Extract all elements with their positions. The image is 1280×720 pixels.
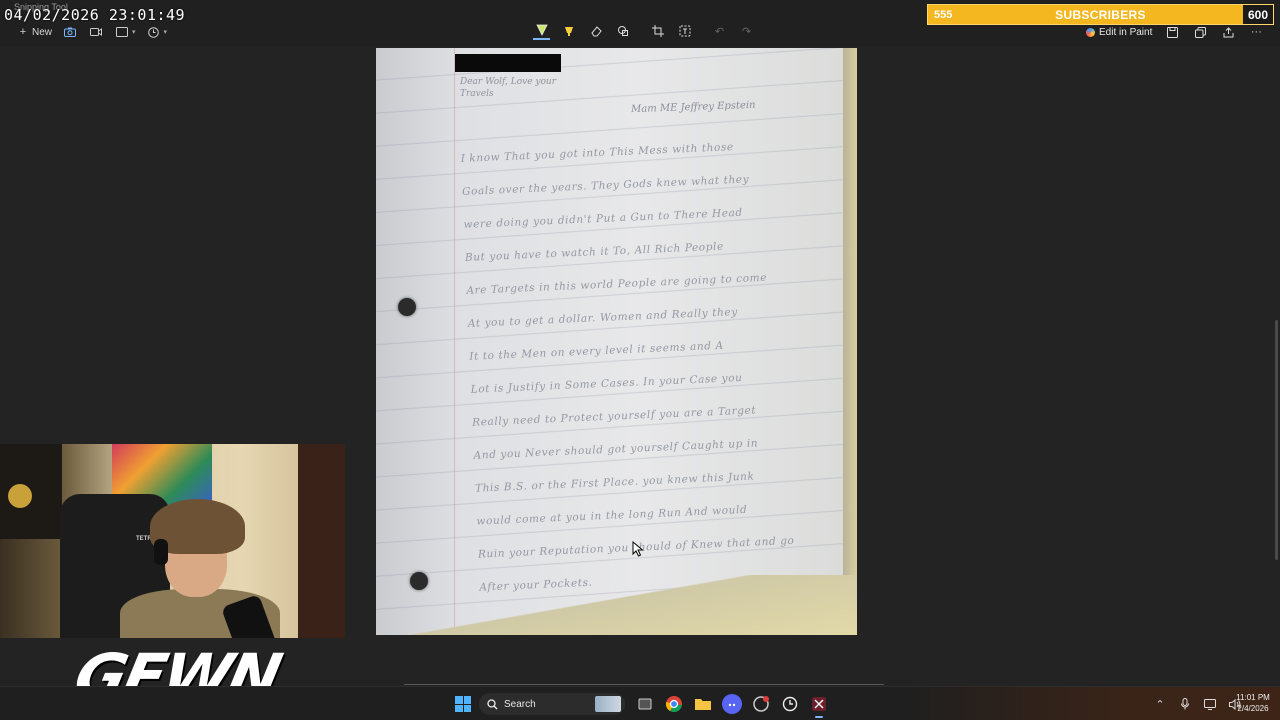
- new-button[interactable]: + New: [18, 24, 52, 40]
- redo-icon[interactable]: ↷: [738, 23, 755, 40]
- clock-time: 11:01 PM: [1236, 693, 1270, 702]
- stream-timestamp: 04/02/2026 23:01:49: [4, 6, 186, 24]
- system-tray: ⌃: [1152, 694, 1243, 714]
- crop-icon[interactable]: [649, 23, 666, 40]
- text-actions-icon[interactable]: [676, 23, 693, 40]
- video-icon[interactable]: [88, 24, 104, 40]
- chevron-down-icon[interactable]: ▾: [132, 28, 136, 36]
- binder-hole: [398, 298, 416, 316]
- shapes-icon[interactable]: [614, 23, 631, 40]
- microphone-icon[interactable]: [1177, 696, 1193, 712]
- poster-emblem: [8, 484, 32, 508]
- corner-note: Dear Wolf, Love your Travels: [460, 77, 557, 99]
- windows-start-icon[interactable]: [455, 696, 471, 712]
- edit-in-paint-button[interactable]: Edit in Paint: [1086, 27, 1152, 38]
- redaction-bar: [455, 54, 561, 72]
- taskbar-clock[interactable]: 11:01 PM 2/4/2026: [1232, 692, 1274, 714]
- ballpoint-pen-icon[interactable]: [533, 23, 550, 40]
- task-view-icon[interactable]: [635, 694, 655, 714]
- search-highlight-image: [595, 696, 621, 712]
- doorway: [298, 444, 345, 638]
- rect-select-icon[interactable]: [114, 24, 130, 40]
- subscriber-goal-bar: 555 SUBSCRIBERS 600: [927, 4, 1274, 25]
- subscriber-label: SUBSCRIBERS: [1055, 8, 1146, 22]
- headset-icon: [154, 539, 168, 565]
- chrome-icon[interactable]: [664, 694, 684, 714]
- delay-icon[interactable]: [146, 24, 162, 40]
- paint-icon: [1086, 27, 1095, 37]
- app-icon[interactable]: [751, 694, 771, 714]
- letter-photo: Dear Wolf, Love your Travels Mam ME Jeff…: [376, 48, 857, 635]
- chevron-down-icon[interactable]: ▾: [164, 28, 168, 36]
- file-explorer-icon[interactable]: [693, 694, 713, 714]
- snipping-tool-icon[interactable]: [809, 694, 829, 718]
- search-icon: [487, 698, 498, 709]
- discord-icon[interactable]: [722, 694, 742, 714]
- taskbar-search[interactable]: Search: [479, 693, 625, 715]
- markup-toolbar: ↶ ↷: [533, 22, 755, 40]
- webcam-overlay: TETRO: [0, 444, 345, 638]
- margin-line: [454, 48, 455, 635]
- search-label: Search: [504, 698, 536, 710]
- clock-date: 2/4/2026: [1237, 704, 1269, 713]
- left-toolbar: + New ▾ ▾: [18, 24, 167, 40]
- new-button-label: New: [32, 26, 53, 38]
- highlighter-icon[interactable]: [560, 23, 577, 40]
- edit-in-paint-label: Edit in Paint: [1099, 26, 1153, 38]
- desktop: Snipping Tool 04/02/2026 23:01:49 + New …: [0, 0, 1280, 720]
- handwritten-text: I know That you got into This Mess with …: [460, 126, 857, 605]
- more-icon[interactable]: ···: [1248, 24, 1264, 40]
- camera-icon[interactable]: [62, 24, 78, 40]
- clock-app-icon[interactable]: [780, 694, 800, 714]
- share-icon[interactable]: [1220, 24, 1236, 40]
- streamer: [110, 499, 280, 638]
- binder-hole: [410, 572, 428, 590]
- eraser-icon[interactable]: [587, 23, 604, 40]
- vertical-scrollbar[interactable]: [1275, 320, 1278, 560]
- right-toolbar: Edit in Paint ···: [1086, 24, 1264, 40]
- plus-icon: +: [19, 26, 27, 38]
- save-icon[interactable]: [1164, 24, 1180, 40]
- taskbar-apps: [635, 694, 829, 718]
- display-icon[interactable]: [1202, 696, 1218, 712]
- wall-poster: [0, 444, 62, 539]
- copy-icon[interactable]: [1192, 24, 1208, 40]
- taskbar-divider: [404, 684, 884, 685]
- undo-icon[interactable]: ↶: [711, 23, 728, 40]
- subscriber-goal: 600: [1243, 5, 1273, 24]
- chevron-up-icon[interactable]: ⌃: [1152, 696, 1168, 712]
